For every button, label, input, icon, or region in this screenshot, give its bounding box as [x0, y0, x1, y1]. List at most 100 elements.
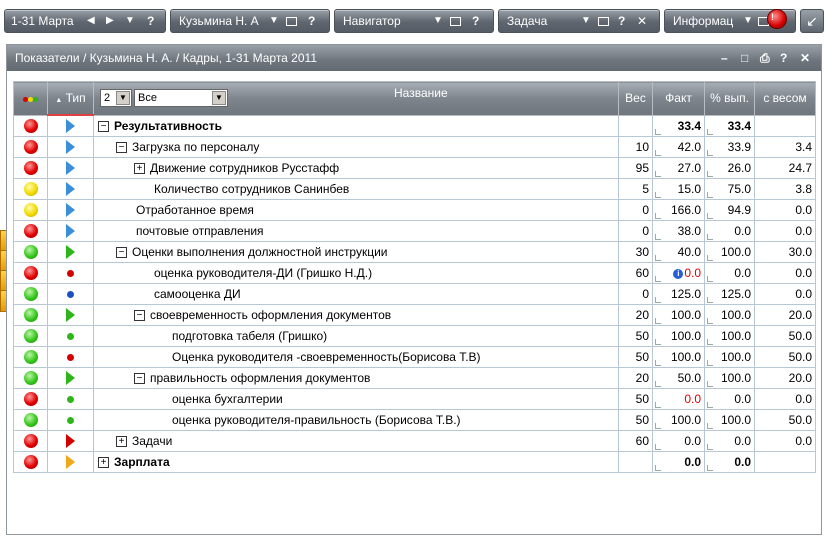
user-label[interactable]: Кузьмина Н. А — [179, 10, 259, 32]
collapse-toggle-icon[interactable]: − — [134, 310, 145, 322]
fact-cell[interactable]: 100.0 — [652, 346, 705, 368]
expand-toggle-icon[interactable]: + — [116, 436, 127, 448]
level-select[interactable]: 2 ▼ — [100, 89, 132, 107]
fact-cell[interactable]: 27.0 — [652, 157, 705, 179]
panel-help-icon[interactable]: ? — [780, 45, 787, 71]
status-column-header[interactable] — [13, 81, 48, 116]
user-help-icon[interactable]: ? — [308, 10, 315, 32]
filter-select[interactable]: Все ▼ — [134, 89, 228, 107]
fact-cell[interactable]: i 0.0 — [652, 262, 705, 284]
fact-cell[interactable]: 125.0 — [652, 283, 705, 305]
fact-cell[interactable]: 42.0 — [652, 136, 705, 158]
prev-icon[interactable]: ◀ — [87, 10, 95, 32]
name-cell[interactable]: + Задачи — [93, 430, 619, 452]
filter-dropdown-icon[interactable]: ▼ — [212, 91, 226, 105]
navigator-label[interactable]: Навигатор — [343, 10, 401, 32]
task-close-icon[interactable]: ✕ — [637, 10, 647, 32]
navigator-help-icon[interactable]: ? — [472, 10, 479, 32]
header-row: ▲ Тип 2 ▼ Все ▼ Название Вес Факт % вып.… — [13, 81, 816, 116]
name-cell[interactable]: оценка руководителя-ДИ (Гришко Н.Д.) — [93, 262, 619, 284]
next-icon[interactable]: ▶ — [106, 10, 114, 32]
task-help-icon[interactable]: ? — [618, 10, 625, 32]
print-icon[interactable]: ⎙ — [760, 45, 770, 71]
table-row[interactable]: оценка бухгалтерии 50 0.0 0.0 0.0 — [13, 388, 816, 410]
collapse-arrow-icon[interactable]: ↙ — [800, 9, 824, 33]
collapse-toggle-icon[interactable]: − — [134, 373, 145, 385]
name-cell[interactable]: − Оценки выполнения должностной инструкци… — [93, 241, 619, 263]
table-row[interactable]: + Задачи 60 0.0 0.0 0.0 — [13, 430, 816, 452]
table-row[interactable]: − Оценки выполнения должностной инструкци… — [13, 241, 816, 263]
restore-icon[interactable]: □ — [741, 45, 748, 71]
fact-cell[interactable]: 40.0 — [652, 241, 705, 263]
fact-cell[interactable]: 38.0 — [652, 220, 705, 242]
minimize-icon[interactable]: – — [721, 45, 728, 71]
alert-badge-icon[interactable]: ! — [767, 9, 787, 29]
fact-cell[interactable]: 0.0 — [652, 430, 705, 452]
fact-cell[interactable]: 100.0 — [652, 304, 705, 326]
name-cell[interactable]: Количество сотрудников Санинбев — [93, 178, 619, 200]
name-cell[interactable]: + Движение сотрудников Русстафф — [93, 157, 619, 179]
period-label[interactable]: 1-31 Марта — [11, 10, 74, 32]
fact-cell[interactable]: 0.0 — [652, 388, 705, 410]
info-icon[interactable]: i — [673, 268, 684, 279]
period-dropdown-icon[interactable]: ▼ — [125, 10, 135, 32]
weight-column-header[interactable]: Вес — [618, 81, 653, 116]
name-cell[interactable]: Отработанное время — [93, 199, 619, 221]
table-row[interactable]: подготовка табеля (Гришко) 50 100.0 100.0 50… — [13, 325, 816, 347]
name-cell[interactable]: оценка бухгалтерии — [93, 388, 619, 410]
pct-column-header[interactable]: % вып. — [704, 81, 755, 116]
user-dropdown-icon[interactable]: ▼ — [269, 10, 279, 32]
name-cell[interactable]: Оценка руководителя -своевременность(Бор… — [93, 346, 619, 368]
table-row[interactable]: самооценка ДИ 0 125.0 125.0 0.0 — [13, 283, 816, 305]
fact-cell[interactable]: 166.0 — [652, 199, 705, 221]
task-label[interactable]: Задача — [507, 10, 547, 32]
task-window-icon[interactable] — [598, 10, 609, 32]
table-row[interactable]: Количество сотрудников Санинбев 5 15.0 75.0… — [13, 178, 816, 200]
table-row[interactable]: + Движение сотрудников Русстафф 95 27.0 26.0… — [13, 157, 816, 179]
name-cell[interactable]: самооценка ДИ — [93, 283, 619, 305]
table-row[interactable]: оценка руководителя-правильность (Борисо… — [13, 409, 816, 431]
table-row[interactable]: − Результативность 33.4 33.4 — [13, 114, 816, 137]
fact-cell[interactable]: 100.0 — [652, 409, 705, 431]
table-row[interactable]: оценка руководителя-ДИ (Гришко Н.Д.) 60 i 0… — [13, 262, 816, 284]
collapse-toggle-icon[interactable]: − — [116, 142, 127, 154]
name-cell[interactable]: − Результативность — [93, 114, 619, 137]
expand-toggle-icon[interactable]: + — [134, 163, 145, 175]
panel-close-icon[interactable]: ✕ — [800, 45, 810, 71]
table-row[interactable]: Оценка руководителя -своевременность(Бор… — [13, 346, 816, 368]
period-help-icon[interactable]: ? — [147, 10, 154, 32]
name-cell[interactable]: подготовка табеля (Гришко) — [93, 325, 619, 347]
user-window-icon[interactable] — [286, 10, 297, 32]
name-cell[interactable]: − Загрузка по персоналу — [93, 136, 619, 158]
fact-cell[interactable]: 15.0 — [652, 178, 705, 200]
name-cell[interactable]: + Зарплата — [93, 451, 619, 473]
level-dropdown-icon[interactable]: ▼ — [116, 91, 130, 105]
type-column-header[interactable]: ▲ Тип — [47, 81, 94, 116]
info-dropdown-icon[interactable]: ▼ — [743, 10, 753, 32]
navigator-dropdown-icon[interactable]: ▼ — [433, 10, 443, 32]
fact-cell[interactable]: 50.0 — [652, 367, 705, 389]
name-cell[interactable]: − своевременность оформления документов — [93, 304, 619, 326]
expand-toggle-icon[interactable]: + — [98, 457, 109, 469]
table-row[interactable]: − Загрузка по персоналу 10 42.0 33.9 3.4 — [13, 136, 816, 158]
pct-cell: 94.9 — [704, 199, 755, 221]
name-cell[interactable]: − правильность оформления документов — [93, 367, 619, 389]
table-row[interactable]: + Зарплата 0.0 0.0 — [13, 451, 816, 473]
table-row[interactable]: − правильность оформления документов 20 50.… — [13, 367, 816, 389]
navigator-window-icon[interactable] — [450, 10, 461, 32]
collapse-toggle-icon[interactable]: − — [116, 247, 127, 259]
name-column-header[interactable]: 2 ▼ Все ▼ Название — [93, 81, 619, 116]
weighted-column-header[interactable]: с весом — [754, 81, 816, 116]
table-row[interactable]: почтовые отправления 0 38.0 0.0 0.0 — [13, 220, 816, 242]
fact-cell[interactable]: 0.0 — [652, 451, 705, 473]
name-cell[interactable]: почтовые отправления — [93, 220, 619, 242]
task-dropdown-icon[interactable]: ▼ — [581, 10, 591, 32]
name-cell[interactable]: оценка руководителя-правильность (Борисо… — [93, 409, 619, 431]
fact-cell[interactable]: 33.4 — [652, 114, 705, 137]
table-row[interactable]: Отработанное время 0 166.0 94.9 0.0 — [13, 199, 816, 221]
fact-column-header[interactable]: Факт — [652, 81, 705, 116]
collapse-toggle-icon[interactable]: − — [98, 121, 109, 133]
info-label[interactable]: Информац — [673, 10, 733, 32]
fact-cell[interactable]: 100.0 — [652, 325, 705, 347]
table-row[interactable]: − своевременность оформления документов 20… — [13, 304, 816, 326]
